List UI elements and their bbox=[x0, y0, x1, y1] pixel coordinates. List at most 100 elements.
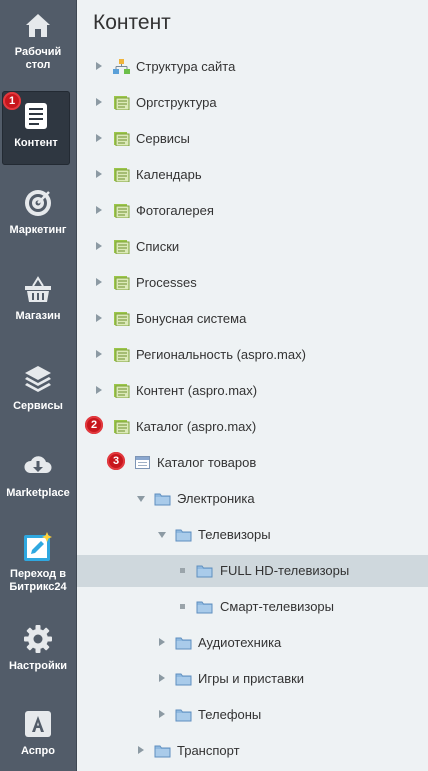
list-icon bbox=[114, 312, 130, 326]
sidebar-item-marketing[interactable]: Маркетинг bbox=[0, 188, 76, 237]
tree-item-services[interactable]: Сервисы bbox=[77, 123, 428, 155]
expand-arrow-icon[interactable] bbox=[96, 98, 102, 106]
tree-item-label: Бонусная система bbox=[136, 311, 247, 326]
tree-item-electronics[interactable]: Электроника bbox=[77, 483, 428, 515]
tree-item-label: Сервисы bbox=[136, 131, 190, 146]
expand-arrow-icon[interactable] bbox=[96, 134, 102, 142]
list-icon bbox=[114, 348, 130, 362]
tree-item-product-catalog[interactable]: Каталог товаров bbox=[77, 447, 428, 479]
tree-item-content-aspro[interactable]: Контент (aspro.max) bbox=[77, 375, 428, 407]
tree-item-photogallery[interactable]: Фотогалерея bbox=[77, 195, 428, 227]
tree-item-catalog-aspro[interactable]: Каталог (aspro.max) bbox=[77, 411, 428, 443]
list-icon bbox=[114, 240, 130, 254]
folder-icon bbox=[196, 601, 213, 614]
content-panel: Контент Структура сайта Оргструктура Сер… bbox=[77, 0, 428, 771]
tree-item-label: Каталог (aspro.max) bbox=[136, 419, 257, 434]
tree-item-regionality[interactable]: Региональность (aspro.max) bbox=[77, 339, 428, 371]
folder-icon bbox=[175, 673, 192, 686]
tree-item-label: FULL HD-телевизоры bbox=[220, 563, 350, 578]
folder-icon bbox=[175, 637, 192, 650]
tree-item-label: Региональность (aspro.max) bbox=[136, 347, 306, 362]
expand-arrow-icon[interactable] bbox=[159, 674, 165, 682]
collapse-arrow-icon[interactable] bbox=[158, 532, 166, 538]
expand-arrow-icon[interactable] bbox=[96, 314, 102, 322]
gear-icon bbox=[24, 625, 52, 653]
tree-item-orgstructure[interactable]: Оргструктура bbox=[77, 87, 428, 119]
tree-item-label: Игры и приставки bbox=[198, 671, 305, 686]
leaf-bullet-icon bbox=[180, 568, 185, 573]
tree-item-bonus-system[interactable]: Бонусная система bbox=[77, 303, 428, 335]
collapse-arrow-icon[interactable] bbox=[137, 496, 145, 502]
tree-item-label: Транспорт bbox=[177, 743, 240, 758]
cloud-download-icon bbox=[24, 456, 52, 473]
basket-icon bbox=[25, 276, 51, 302]
tree-item-site-structure[interactable]: Структура сайта bbox=[77, 51, 428, 83]
folder-icon bbox=[175, 709, 192, 722]
sidebar-item-settings[interactable]: Настройки bbox=[0, 624, 76, 673]
tree-item-smart-tvs[interactable]: Смарт-телевизоры bbox=[77, 591, 428, 623]
expand-arrow-icon[interactable] bbox=[96, 242, 102, 250]
tree-item-games-consoles[interactable]: Игры и приставки bbox=[77, 663, 428, 695]
tree-item-label: Каталог товаров bbox=[157, 455, 257, 470]
list-icon bbox=[114, 168, 130, 182]
step-marker-3: 3 bbox=[107, 452, 125, 470]
tree-item-label: Контент (aspro.max) bbox=[136, 383, 258, 398]
tree-item-label: Телевизоры bbox=[198, 527, 271, 542]
folder-icon bbox=[154, 493, 171, 506]
tree-item-label: Аудиотехника bbox=[198, 635, 282, 650]
expand-arrow-icon[interactable] bbox=[96, 62, 102, 70]
sidebar-item-label: Marketplace bbox=[6, 487, 70, 499]
folder-icon bbox=[154, 745, 171, 758]
expand-arrow-icon[interactable] bbox=[96, 350, 102, 358]
expand-arrow-icon[interactable] bbox=[159, 638, 165, 646]
page-title: Контент bbox=[93, 11, 171, 34]
list-icon bbox=[114, 420, 130, 434]
sidebar-item-shop[interactable]: Магазин bbox=[0, 274, 76, 323]
tree-item-processes[interactable]: Processes bbox=[77, 267, 428, 299]
tree-item-phones[interactable]: Телефоны bbox=[77, 699, 428, 731]
expand-arrow-icon[interactable] bbox=[138, 746, 144, 754]
sidebar-item-label: Рабочий bbox=[14, 46, 62, 58]
list-icon bbox=[114, 276, 130, 290]
leaf-bullet-icon bbox=[180, 604, 185, 609]
document-icon bbox=[25, 103, 47, 129]
sidebar-item-desktop[interactable]: Рабочий стол bbox=[0, 10, 76, 72]
tree-item-label: Телефоны bbox=[198, 707, 262, 722]
sidebar-item-label: Настройки bbox=[8, 660, 68, 672]
sidebar-item-label: Магазин bbox=[15, 310, 61, 322]
tree-item-fullhd-tvs[interactable]: FULL HD-телевизоры bbox=[77, 555, 428, 587]
expand-arrow-icon[interactable] bbox=[96, 206, 102, 214]
sidebar-item-label: Битрикс24 bbox=[9, 581, 67, 593]
sidebar-item-label: Аспро bbox=[21, 745, 55, 757]
list-icon bbox=[114, 132, 130, 146]
tree-item-label: Processes bbox=[136, 275, 197, 290]
admin-sidebar: Рабочий стол Контент Маркетинг Магазин С… bbox=[0, 0, 77, 771]
tree-item-label: Структура сайта bbox=[136, 59, 236, 74]
expand-arrow-icon[interactable] bbox=[159, 710, 165, 718]
expand-arrow-icon[interactable] bbox=[96, 386, 102, 394]
expand-arrow-icon[interactable] bbox=[96, 170, 102, 178]
tree-item-label: Электроника bbox=[177, 491, 255, 506]
sidebar-item-aspro[interactable]: Аспро bbox=[0, 709, 76, 758]
tree-item-label: Фотогалерея bbox=[136, 203, 214, 218]
home-icon bbox=[26, 14, 50, 37]
catalog-table-icon bbox=[135, 456, 150, 469]
site-structure-icon bbox=[113, 59, 130, 74]
sidebar-item-services[interactable]: Сервисы bbox=[0, 364, 76, 413]
tree-item-label: Оргструктура bbox=[136, 95, 217, 110]
sidebar-item-label: стол bbox=[25, 59, 51, 71]
tree-item-label: Списки bbox=[136, 239, 180, 254]
tree-item-audio[interactable]: Аудиотехника bbox=[77, 627, 428, 659]
expand-arrow-icon[interactable] bbox=[96, 278, 102, 286]
target-icon bbox=[25, 190, 51, 216]
sidebar-item-bitrix24[interactable]: Переход в Битрикс24 bbox=[0, 532, 76, 594]
tree-item-lists[interactable]: Списки bbox=[77, 231, 428, 263]
step-marker-1: 1 bbox=[3, 92, 21, 110]
tree-item-tvs[interactable]: Телевизоры bbox=[77, 519, 428, 551]
tree-item-calendar[interactable]: Календарь bbox=[77, 159, 428, 191]
tree-item-label: Календарь bbox=[136, 167, 202, 182]
sidebar-item-marketplace[interactable]: Marketplace bbox=[0, 451, 76, 500]
list-icon bbox=[114, 384, 130, 398]
folder-icon bbox=[196, 565, 213, 578]
tree-item-transport[interactable]: Транспорт bbox=[77, 735, 428, 767]
